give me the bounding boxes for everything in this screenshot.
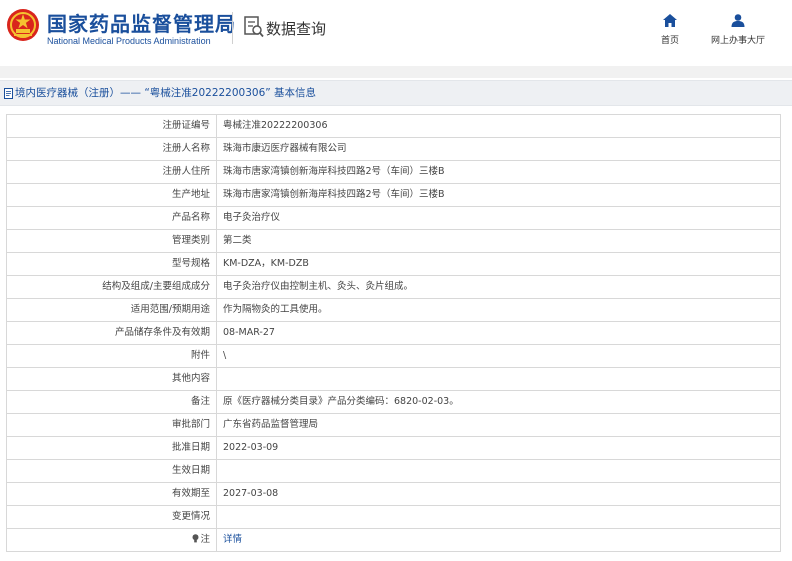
table-row: 产品名称 电子灸治疗仪 [7,207,781,230]
field-label: 注册证编号 [7,115,217,137]
breadcrumb: 境内医疗器械（注册）—— “粤械注准20222200306” 基本信息 [0,80,792,106]
table-row: 管理类别 第二类 [7,230,781,253]
field-value: \ [217,345,781,367]
field-value: 08-MAR-27 [217,322,781,344]
table-row-note: 注 详情 [7,529,781,552]
table-row: 附件 \ [7,345,781,368]
nav-home[interactable]: 首页 [658,14,682,46]
field-value: KM-DZA，KM-DZB [217,253,781,275]
table-row: 适用范围/预期用途 作为隔物灸的工具使用。 [7,299,781,322]
table-row: 产品储存条件及有效期 08-MAR-27 [7,322,781,345]
field-value: 粤械注准20222200306 [217,115,781,137]
field-label: 批准日期 [7,437,217,459]
table-row: 注册人名称 珠海市康迈医疗器械有限公司 [7,138,781,161]
field-label: 备注 [7,391,217,413]
field-value: 作为隔物灸的工具使用。 [217,299,781,321]
home-icon [663,14,677,27]
section-title: 数据查询 [266,20,327,38]
field-label: 管理类别 [7,230,217,252]
field-label: 审批部门 [7,414,217,436]
field-label: 注册人住所 [7,161,217,183]
header-separator [0,66,792,78]
field-value: 珠海市唐家湾镇创新海岸科技四路2号（车间）三楼B [217,161,781,183]
details-link[interactable]: 详情 [223,534,242,545]
field-value: 广东省药品监督管理局 [217,414,781,436]
field-label: 适用范围/预期用途 [7,299,217,321]
table-row: 注册人住所 珠海市唐家湾镇创新海岸科技四路2号（车间）三楼B [7,161,781,184]
field-label: 变更情况 [7,506,217,528]
table-row: 注册证编号 粤械注准20222200306 [7,115,781,138]
note-label: 注 [200,534,210,545]
field-label: 产品名称 [7,207,217,229]
field-label: 附件 [7,345,217,367]
record-detail-table: 注册证编号 粤械注准20222200306 注册人名称 珠海市康迈医疗器械有限公司 注册… [6,114,781,552]
table-row: 生效日期 [7,460,781,483]
org-name-en[interactable]: National Medical Products Administration [47,36,211,46]
field-label: 结构及组成/主要组成成分 [7,276,217,298]
site-header: 国家药品监督管理局 National Medical Products Admi… [0,0,792,66]
field-value [217,460,781,482]
table-row: 结构及组成/主要组成成分 电子灸治疗仪由控制主机、灸头、灸片组成。 [7,276,781,299]
field-label: 产品储存条件及有效期 [7,322,217,344]
field-value: 第二类 [217,230,781,252]
field-label: 型号规格 [7,253,217,275]
header-divider [232,12,233,44]
field-value: 原《医疗器械分类目录》产品分类编码：6820-02-03。 [217,391,781,413]
field-value: 2027-03-08 [217,483,781,505]
table-row: 生产地址 珠海市唐家湾镇创新海岸科技四路2号（车间）三楼B [7,184,781,207]
field-label: 注册人名称 [7,138,217,160]
table-row: 其他内容 [7,368,781,391]
org-name-cn[interactable]: 国家药品监督管理局 [47,8,236,37]
field-value: 珠海市康迈医疗器械有限公司 [217,138,781,160]
document-icon [4,87,13,99]
field-label: 生产地址 [7,184,217,206]
nav-hall-label: 网上办事大厅 [710,36,765,46]
field-value: 珠海市唐家湾镇创新海岸科技四路2号（车间）三楼B [217,184,781,206]
user-icon [731,14,745,27]
field-value [217,506,781,528]
field-label: 有效期至 [7,483,217,505]
nav-home-label: 首页 [660,36,679,46]
field-value: 电子灸治疗仪 [217,207,781,229]
table-row: 变更情况 [7,506,781,529]
table-row: 型号规格 KM-DZA，KM-DZB [7,253,781,276]
field-label: 生效日期 [7,460,217,482]
field-value: 详情 [217,529,781,551]
field-label: 注 [7,529,217,551]
table-row: 有效期至 2027-03-08 [7,483,781,506]
bulb-icon [192,534,199,543]
table-row: 批准日期 2022-03-09 [7,437,781,460]
field-value [217,368,781,390]
nav-online-service-hall[interactable]: 网上办事大厅 [706,14,770,46]
field-value: 电子灸治疗仪由控制主机、灸头、灸片组成。 [217,276,781,298]
data-query-icon [244,16,264,38]
table-row: 审批部门 广东省药品监督管理局 [7,414,781,437]
table-row: 备注 原《医疗器械分类目录》产品分类编码：6820-02-03。 [7,391,781,414]
field-label: 其他内容 [7,368,217,390]
field-value: 2022-03-09 [217,437,781,459]
breadcrumb-text: 境内医疗器械（注册）—— “粤械注准20222200306” 基本信息 [15,87,317,99]
national-emblem-icon [7,9,39,41]
